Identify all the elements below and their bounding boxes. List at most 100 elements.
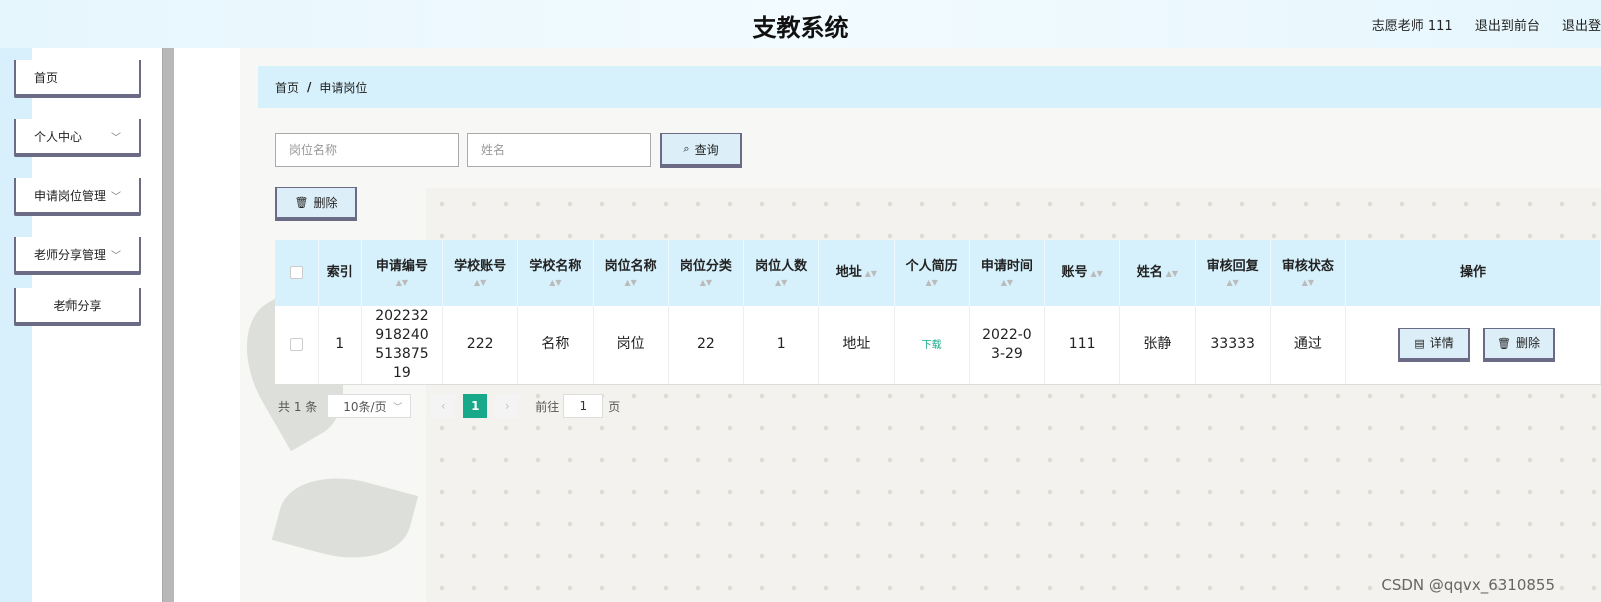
sidebar-item-teacher-share-mgmt[interactable]: 老师分享管理 ﹀ (14, 237, 141, 275)
pagination-total: 共 1 条 (278, 399, 318, 414)
search-icon: ⌕ (683, 142, 690, 155)
trash-icon: 🗑 (1497, 336, 1511, 350)
sidebar-item-personal-center[interactable]: 个人中心 ﹀ (14, 119, 141, 157)
pagination: 共 1 条 10条/页 ﹀ ‹ 1 › 前往 1 页 (278, 394, 620, 418)
table-row: 1 20223291824051387519 222 名称 岗位 22 1 地址… (275, 306, 1601, 385)
sidebar-item-label: 申请岗位管理 (34, 188, 107, 203)
sort-icon[interactable]: ▲▼ (362, 278, 442, 288)
sidebar-item-label: 老师分享管理 (34, 247, 107, 262)
col-review-reply[interactable]: 审核回复 ▲▼ (1195, 240, 1271, 306)
cell-position-name: 岗位 (593, 306, 669, 385)
hand-cursor-icon: ☝ (64, 296, 73, 312)
sort-icon[interactable]: ▲▼ (1166, 269, 1178, 278)
next-page-button[interactable]: › (495, 394, 520, 418)
sidebar-item-teacher-share[interactable]: 老师分享 (14, 288, 141, 326)
sort-icon[interactable]: ▲▼ (970, 278, 1044, 288)
query-button[interactable]: ⌕ 查询 (660, 133, 742, 168)
user-label: 志愿老师 111 (1371, 19, 1453, 34)
sidebar-item-label: 个人中心 (34, 129, 83, 144)
goto-label: 前往 (535, 399, 560, 414)
data-table: 索引 申请编号 ▲▼ 学校账号 ▲▼ 学校名称 ▲▼ 岗位名称 ▲▼ 岗位分类 ▲▼ 岗位… (275, 240, 1601, 385)
document-icon: ▤ (1414, 336, 1425, 350)
select-all-cell (275, 240, 319, 306)
sort-icon[interactable]: ▲▼ (865, 269, 877, 278)
delete-button-label: 删除 (313, 196, 338, 210)
download-link[interactable]: 下载 (922, 340, 942, 351)
cell-index: 1 (318, 306, 362, 385)
sort-icon[interactable]: ▲▼ (895, 278, 969, 288)
col-school-name[interactable]: 学校名称 ▲▼ (517, 240, 594, 306)
breadcrumb-current: 申请岗位 (319, 80, 368, 95)
page-suffix: 页 (608, 399, 621, 414)
chevron-down-icon: ﹀ (111, 250, 121, 262)
cell-apply-time: 2022-03-29 (969, 306, 1046, 385)
cell-position-count: 1 (743, 306, 820, 385)
col-position-name[interactable]: 岗位名称 ▲▼ (593, 240, 669, 306)
sort-icon[interactable]: ▲▼ (594, 278, 668, 288)
col-review-status[interactable]: 审核状态 ▲▼ (1270, 240, 1347, 306)
sort-icon[interactable]: ▲▼ (744, 278, 818, 288)
sidebar-item-label: 首页 (34, 70, 59, 85)
table-header-row: 索引 申请编号 ▲▼ 学校账号 ▲▼ 学校名称 ▲▼ 岗位名称 ▲▼ 岗位分类 ▲▼ 岗位… (275, 240, 1601, 306)
query-button-label: 查询 (694, 142, 719, 157)
cell-address: 地址 (818, 306, 895, 385)
trash-icon: 🗑 (294, 196, 309, 209)
chevron-right-icon: › (504, 399, 510, 413)
col-operation: 操作 (1345, 240, 1601, 306)
col-account[interactable]: 账号 ▲▼ (1044, 240, 1121, 306)
row-checkbox[interactable] (289, 337, 303, 351)
cell-position-category: 22 (668, 306, 745, 385)
breadcrumb: 首页 / 申请岗位 (258, 66, 1601, 108)
cell-school-name: 名称 (517, 306, 594, 385)
detail-button[interactable]: ▤ 详情 (1398, 327, 1471, 362)
col-name[interactable]: 姓名 ▲▼ (1119, 240, 1196, 306)
sidebar-divider[interactable] (162, 48, 174, 602)
chevron-down-icon: ﹀ (393, 402, 403, 413)
logout-link[interactable]: 退出登 (1562, 19, 1601, 34)
col-position-count[interactable]: 岗位人数 ▲▼ (743, 240, 820, 306)
sidebar-item-home[interactable]: 首页 (14, 60, 141, 98)
prev-page-button[interactable]: ‹ (431, 394, 456, 418)
chevron-left-icon: ‹ (440, 399, 446, 413)
cell-review-status: 通过 (1270, 306, 1347, 385)
sort-icon[interactable]: ▲▼ (669, 278, 743, 288)
cell-apply-no: 20223291824051387519 (361, 306, 444, 385)
col-apply-no[interactable]: 申请编号 ▲▼ (361, 240, 444, 306)
cell-review-reply: 33333 (1195, 306, 1271, 385)
sort-icon[interactable]: ▲▼ (1271, 278, 1345, 288)
breadcrumb-separator: / (307, 80, 312, 94)
position-name-input[interactable]: 岗位名称 (275, 133, 459, 167)
col-address[interactable]: 地址 ▲▼ (818, 240, 895, 306)
top-header: 支教系统 志愿老师 111 退出到前台 退出登 (0, 0, 1601, 48)
page-size-select[interactable]: 10条/页 ﹀ (327, 394, 412, 418)
col-school-account[interactable]: 学校账号 ▲▼ (442, 240, 519, 306)
main-content: 首页 / 申请岗位 岗位名称 姓名 ⌕ 查询 🗑 删除 索引 申请编号 ▲▼ 学校… (240, 48, 1601, 602)
sidebar-item-apply-position-mgmt[interactable]: 申请岗位管理 ﹀ (14, 178, 141, 216)
chevron-down-icon: ﹀ (111, 132, 121, 144)
header-links: 志愿老师 111 退出到前台 退出登 (1354, 15, 1601, 34)
sort-icon[interactable]: ▲▼ (1091, 269, 1103, 278)
sort-icon[interactable]: ▲▼ (1196, 278, 1270, 288)
goto-page-input[interactable]: 1 (563, 394, 604, 418)
cell-school-account: 222 (442, 306, 519, 385)
batch-delete-button[interactable]: 🗑 删除 (275, 187, 357, 221)
cell-name: 张静 (1119, 306, 1196, 385)
sidebar-item-label: 老师分享 (53, 298, 102, 313)
back-to-front-link[interactable]: 退出到前台 (1475, 19, 1540, 34)
row-delete-button[interactable]: 🗑 删除 (1482, 327, 1555, 362)
chevron-down-icon: ﹀ (111, 191, 121, 203)
col-position-category[interactable]: 岗位分类 ▲▼ (668, 240, 745, 306)
row-select-cell (275, 306, 319, 385)
sort-icon[interactable]: ▲▼ (518, 278, 592, 288)
name-input[interactable]: 姓名 (467, 133, 651, 167)
watermark: CSDN @qqvx_6310855 (1381, 576, 1555, 594)
col-resume[interactable]: 个人简历 ▲▼ (894, 240, 970, 306)
cell-resume: 下载 (894, 306, 970, 385)
page-number-button[interactable]: 1 (463, 394, 488, 418)
breadcrumb-home[interactable]: 首页 (275, 79, 299, 96)
leaf-decoration (271, 462, 419, 574)
select-all-checkbox[interactable] (289, 266, 303, 279)
cell-operation: ▤ 详情 🗑 删除 (1345, 306, 1601, 385)
sort-icon[interactable]: ▲▼ (443, 278, 517, 288)
col-apply-time[interactable]: 申请时间 ▲▼ (969, 240, 1046, 306)
